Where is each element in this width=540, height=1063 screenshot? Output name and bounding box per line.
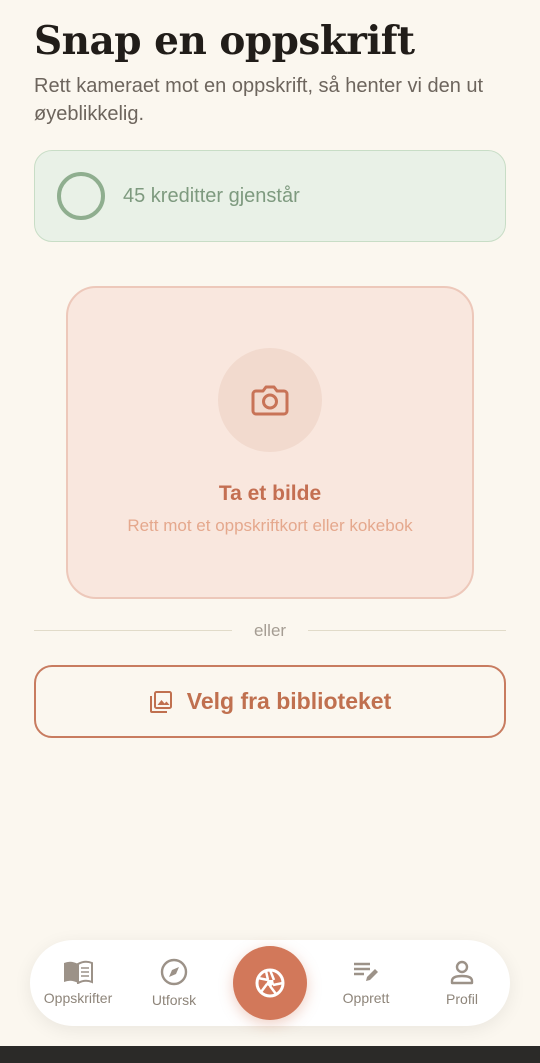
camera-icon bbox=[251, 385, 289, 416]
nav-label-create: Opprett bbox=[342, 990, 390, 1006]
credits-ring-icon bbox=[57, 172, 105, 220]
edit-list-icon bbox=[354, 962, 378, 981]
page-subtitle: Rett kameraet mot en oppskrift, så hente… bbox=[34, 75, 484, 125]
divider-line-right bbox=[308, 630, 506, 631]
camera-icon-circle bbox=[218, 348, 322, 452]
nav-label-explore: Utforsk bbox=[151, 992, 197, 1008]
nav-label-profile: Profil bbox=[446, 991, 478, 1007]
choose-from-library-label: Velg fra biblioteket bbox=[186, 688, 392, 714]
choose-from-library-button[interactable]: Velg fra biblioteket bbox=[34, 665, 506, 738]
snap-recipe-screen: Snap en oppskrift Rett kameraet mot en o… bbox=[0, 0, 540, 1063]
or-divider: eller bbox=[34, 620, 506, 642]
nav-label-recipes: Oppskrifter bbox=[43, 990, 113, 1006]
person-icon bbox=[450, 960, 474, 985]
shutter-icon bbox=[255, 968, 285, 998]
credits-text: 45 kreditter gjenstår bbox=[123, 184, 300, 207]
nav-item-recipes[interactable]: Oppskrifter bbox=[30, 940, 126, 1026]
nav-item-create[interactable]: Opprett bbox=[318, 940, 414, 1026]
take-photo-card[interactable]: Ta et bilde Rett mot et oppskriftkort el… bbox=[66, 286, 474, 599]
snap-shutter-button[interactable] bbox=[233, 946, 307, 1020]
or-label: eller bbox=[253, 621, 287, 640]
bottom-navigation: Oppskrifter Utforsk Opprett Profil bbox=[30, 940, 510, 1026]
compass-icon bbox=[160, 958, 188, 986]
take-photo-title: Ta et bilde bbox=[218, 482, 322, 505]
system-navigation-bar bbox=[0, 1046, 540, 1063]
take-photo-subtitle: Rett mot et oppskriftkort eller kokebok bbox=[127, 516, 413, 535]
book-icon bbox=[64, 960, 93, 984]
page-title: Snap en oppskrift bbox=[34, 18, 415, 64]
credits-banner: 45 kreditter gjenstår bbox=[34, 150, 506, 242]
gallery-icon bbox=[149, 690, 172, 713]
nav-item-profile[interactable]: Profil bbox=[414, 940, 510, 1026]
nav-item-explore[interactable]: Utforsk bbox=[126, 940, 222, 1026]
